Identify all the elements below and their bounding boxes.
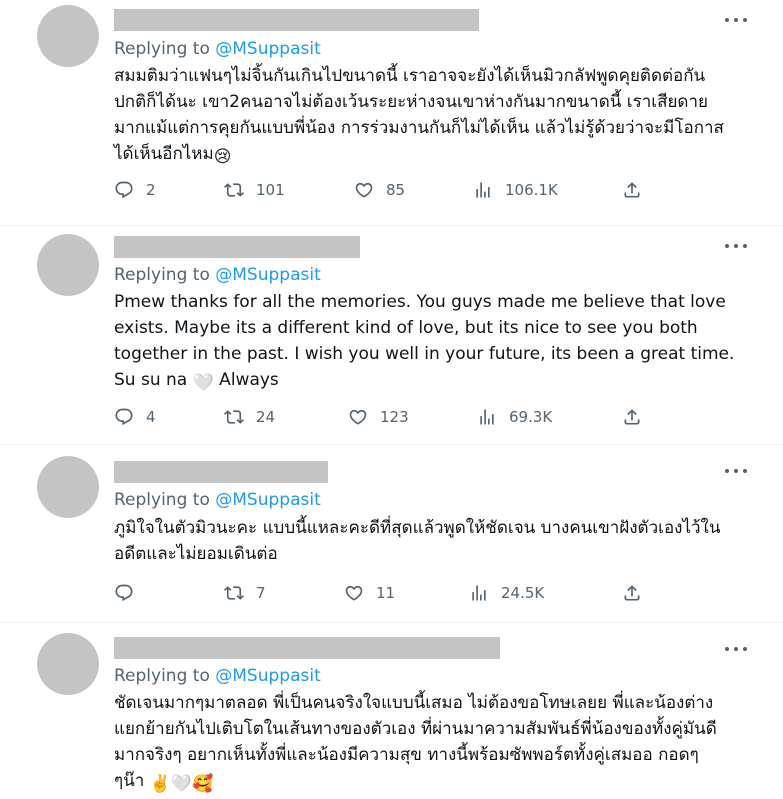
retweet-icon [224, 183, 244, 197]
like-count: 85 [386, 181, 406, 199]
share-icon [624, 409, 640, 425]
reply-count: 2 [146, 181, 156, 199]
retweet-icon [224, 586, 244, 600]
retweet-count: 24 [256, 408, 276, 426]
retweet-button[interactable]: 7 [224, 581, 266, 605]
like-count: 11 [376, 584, 396, 602]
tweet-text: ภูมิใจในตัวมิวนะคะ แบบนี้แหละคะดีที่สุดแ… [114, 515, 759, 567]
share-icon [624, 585, 640, 601]
like-icon [355, 182, 373, 198]
replying-label: Replying to [114, 490, 216, 510]
share-button[interactable] [622, 405, 642, 429]
views-button[interactable]: 106.1K [473, 178, 558, 202]
reply-button[interactable]: 4 [114, 405, 156, 429]
replying-to: Replying to @MSuppasit [114, 37, 321, 61]
avatar[interactable] [37, 456, 99, 518]
tweet-text: ชัดเจนมากๆมาตลอด พี่เป็นคนจริงใจแบบนี้เส… [114, 690, 759, 797]
tweet[interactable]: Replying to @MSuppasit สมมติมว่าแฟนๆไม่จ… [0, 0, 783, 226]
reply-icon [115, 408, 133, 426]
retweet-button[interactable]: 24 [224, 405, 275, 429]
replying-label: Replying to [114, 666, 216, 686]
mention-link[interactable]: @MSuppasit [215, 666, 320, 686]
share-button[interactable] [622, 581, 642, 605]
like-button[interactable]: 123 [348, 405, 409, 429]
mention-link[interactable]: @MSuppasit [215, 265, 320, 285]
share-icon [624, 182, 640, 198]
tweet-text: สมมติมว่าแฟนๆไม่จิ้นกันเกินไปขนาดนี้ เรา… [114, 63, 759, 170]
tweet-text-content: ภูมิใจในตัวมิวนะคะ แบบนี้แหละคะดีที่สุดแ… [114, 518, 721, 564]
redacted-username [114, 637, 500, 659]
views-icon [476, 182, 490, 198]
tweet[interactable]: Replying to @MSuppasit ชัดเจนมากๆมาตลอด … [0, 623, 783, 799]
replying-to: Replying to @MSuppasit [114, 263, 321, 287]
retweet-icon [224, 410, 244, 424]
like-button[interactable]: 85 [354, 178, 405, 202]
tweet-text-tail: Always [213, 370, 279, 390]
like-count: 123 [380, 408, 409, 426]
replying-label: Replying to [114, 39, 216, 59]
redacted-username [114, 236, 360, 258]
retweet-count: 7 [256, 584, 266, 602]
tweet[interactable]: Replying to @MSuppasit Pmew thanks for a… [0, 226, 783, 445]
action-bar: 7 11 24.5K [114, 581, 654, 605]
tweet-text: Pmew thanks for all the memories. You gu… [114, 289, 759, 396]
avatar[interactable] [37, 5, 99, 67]
views-count: 106.1K [505, 181, 558, 199]
crying-face-emoji: 😢 [213, 147, 232, 167]
replying-label: Replying to [114, 265, 216, 285]
more-icon[interactable] [725, 10, 747, 30]
views-button[interactable]: 69.3K [477, 405, 552, 429]
reply-count: 4 [146, 408, 156, 426]
like-icon [349, 409, 367, 425]
replying-to: Replying to @MSuppasit [114, 488, 321, 512]
redacted-username [114, 461, 328, 483]
avatar[interactable] [37, 234, 99, 296]
views-button[interactable]: 24.5K [469, 581, 544, 605]
action-bar: 4 24 123 69.3K [114, 405, 654, 429]
share-button[interactable] [622, 178, 642, 202]
views-count: 69.3K [509, 408, 553, 426]
retweet-button[interactable]: 101 [224, 178, 285, 202]
more-icon[interactable] [725, 236, 747, 256]
tweet[interactable]: Replying to @MSuppasit ภูมิใจในตัวมิวนะค… [0, 445, 783, 623]
avatar[interactable] [37, 633, 99, 695]
emoji-group: ✌️🤍🥰 [149, 774, 214, 794]
mention-link[interactable]: @MSuppasit [215, 490, 320, 510]
reply-button[interactable] [114, 581, 146, 605]
redacted-username [114, 9, 479, 31]
action-bar: 2 101 85 106.1K [114, 178, 654, 202]
reply-icon [115, 181, 133, 199]
views-icon [472, 585, 486, 601]
retweet-count: 101 [256, 181, 285, 199]
mention-link[interactable]: @MSuppasit [215, 39, 320, 59]
more-icon[interactable] [725, 639, 747, 659]
reply-button[interactable]: 2 [114, 178, 156, 202]
views-icon [480, 409, 494, 425]
views-count: 24.5K [501, 584, 545, 602]
white-heart-emoji: 🤍 [192, 373, 214, 393]
tweet-text-content: สมมติมว่าแฟนๆไม่จิ้นกันเกินไปขนาดนี้ เรา… [114, 66, 724, 164]
replying-to: Replying to @MSuppasit [114, 664, 321, 688]
reply-icon [115, 584, 133, 602]
more-icon[interactable] [725, 461, 747, 481]
like-button[interactable]: 11 [344, 581, 395, 605]
reply-feed: Replying to @MSuppasit สมมติมว่าแฟนๆไม่จ… [0, 0, 783, 799]
like-icon [345, 585, 363, 601]
